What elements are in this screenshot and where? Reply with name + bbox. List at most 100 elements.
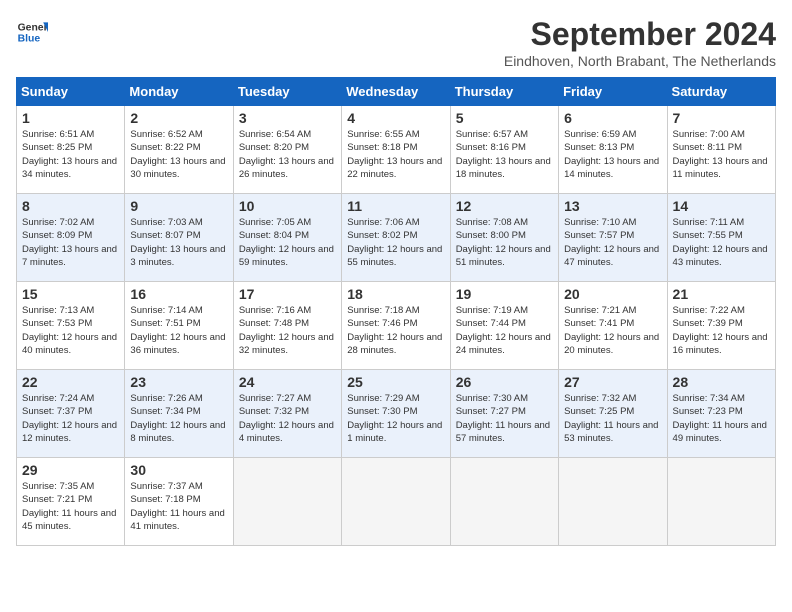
calendar-cell: 7 Sunrise: 7:00 AM Sunset: 8:11 PM Dayli… xyxy=(667,106,775,194)
day-info: Sunrise: 7:11 AM Sunset: 7:55 PM Dayligh… xyxy=(673,216,770,269)
day-info: Sunrise: 7:29 AM Sunset: 7:30 PM Dayligh… xyxy=(347,392,444,445)
day-info: Sunrise: 7:35 AM Sunset: 7:21 PM Dayligh… xyxy=(22,480,119,533)
day-info: Sunrise: 7:00 AM Sunset: 8:11 PM Dayligh… xyxy=(673,128,770,181)
day-number: 6 xyxy=(564,110,661,126)
title-area: September 2024 Eindhoven, North Brabant,… xyxy=(504,16,776,69)
calendar-cell: 28 Sunrise: 7:34 AM Sunset: 7:23 PM Dayl… xyxy=(667,370,775,458)
day-number: 15 xyxy=(22,286,119,302)
day-info: Sunrise: 7:32 AM Sunset: 7:25 PM Dayligh… xyxy=(564,392,661,445)
day-header-thursday: Thursday xyxy=(450,78,558,106)
calendar-cell: 8 Sunrise: 7:02 AM Sunset: 8:09 PM Dayli… xyxy=(17,194,125,282)
day-header-wednesday: Wednesday xyxy=(342,78,450,106)
day-info: Sunrise: 6:51 AM Sunset: 8:25 PM Dayligh… xyxy=(22,128,119,181)
day-header-tuesday: Tuesday xyxy=(233,78,341,106)
calendar-cell: 17 Sunrise: 7:16 AM Sunset: 7:48 PM Dayl… xyxy=(233,282,341,370)
day-number: 27 xyxy=(564,374,661,390)
day-info: Sunrise: 7:06 AM Sunset: 8:02 PM Dayligh… xyxy=(347,216,444,269)
day-info: Sunrise: 7:18 AM Sunset: 7:46 PM Dayligh… xyxy=(347,304,444,357)
month-title: September 2024 xyxy=(504,16,776,53)
day-number: 12 xyxy=(456,198,553,214)
day-number: 21 xyxy=(673,286,770,302)
day-info: Sunrise: 7:22 AM Sunset: 7:39 PM Dayligh… xyxy=(673,304,770,357)
day-info: Sunrise: 6:59 AM Sunset: 8:13 PM Dayligh… xyxy=(564,128,661,181)
calendar-cell xyxy=(342,458,450,546)
day-info: Sunrise: 7:10 AM Sunset: 7:57 PM Dayligh… xyxy=(564,216,661,269)
day-number: 22 xyxy=(22,374,119,390)
calendar-header: SundayMondayTuesdayWednesdayThursdayFrid… xyxy=(17,78,776,106)
day-number: 10 xyxy=(239,198,336,214)
day-info: Sunrise: 7:34 AM Sunset: 7:23 PM Dayligh… xyxy=(673,392,770,445)
calendar-cell: 29 Sunrise: 7:35 AM Sunset: 7:21 PM Dayl… xyxy=(17,458,125,546)
day-info: Sunrise: 7:30 AM Sunset: 7:27 PM Dayligh… xyxy=(456,392,553,445)
calendar-cell: 5 Sunrise: 6:57 AM Sunset: 8:16 PM Dayli… xyxy=(450,106,558,194)
calendar-cell: 21 Sunrise: 7:22 AM Sunset: 7:39 PM Dayl… xyxy=(667,282,775,370)
calendar-cell: 13 Sunrise: 7:10 AM Sunset: 7:57 PM Dayl… xyxy=(559,194,667,282)
calendar-cell: 27 Sunrise: 7:32 AM Sunset: 7:25 PM Dayl… xyxy=(559,370,667,458)
svg-text:Blue: Blue xyxy=(18,34,41,45)
day-info: Sunrise: 7:08 AM Sunset: 8:00 PM Dayligh… xyxy=(456,216,553,269)
calendar-cell: 6 Sunrise: 6:59 AM Sunset: 8:13 PM Dayli… xyxy=(559,106,667,194)
day-info: Sunrise: 7:37 AM Sunset: 7:18 PM Dayligh… xyxy=(130,480,227,533)
day-number: 16 xyxy=(130,286,227,302)
day-number: 28 xyxy=(673,374,770,390)
calendar-cell: 14 Sunrise: 7:11 AM Sunset: 7:55 PM Dayl… xyxy=(667,194,775,282)
calendar-cell xyxy=(450,458,558,546)
calendar-table: SundayMondayTuesdayWednesdayThursdayFrid… xyxy=(16,77,776,546)
day-header-monday: Monday xyxy=(125,78,233,106)
logo-icon: General Blue xyxy=(16,16,48,48)
calendar-cell: 22 Sunrise: 7:24 AM Sunset: 7:37 PM Dayl… xyxy=(17,370,125,458)
day-info: Sunrise: 7:13 AM Sunset: 7:53 PM Dayligh… xyxy=(22,304,119,357)
calendar-cell xyxy=(667,458,775,546)
day-header-sunday: Sunday xyxy=(17,78,125,106)
day-info: Sunrise: 6:55 AM Sunset: 8:18 PM Dayligh… xyxy=(347,128,444,181)
calendar-week-3: 15 Sunrise: 7:13 AM Sunset: 7:53 PM Dayl… xyxy=(17,282,776,370)
location: Eindhoven, North Brabant, The Netherland… xyxy=(504,53,776,69)
day-number: 4 xyxy=(347,110,444,126)
day-info: Sunrise: 6:54 AM Sunset: 8:20 PM Dayligh… xyxy=(239,128,336,181)
day-number: 26 xyxy=(456,374,553,390)
day-number: 7 xyxy=(673,110,770,126)
calendar-cell: 30 Sunrise: 7:37 AM Sunset: 7:18 PM Dayl… xyxy=(125,458,233,546)
day-number: 2 xyxy=(130,110,227,126)
day-number: 5 xyxy=(456,110,553,126)
calendar-cell: 9 Sunrise: 7:03 AM Sunset: 8:07 PM Dayli… xyxy=(125,194,233,282)
calendar-week-2: 8 Sunrise: 7:02 AM Sunset: 8:09 PM Dayli… xyxy=(17,194,776,282)
calendar-cell: 10 Sunrise: 7:05 AM Sunset: 8:04 PM Dayl… xyxy=(233,194,341,282)
calendar-cell: 23 Sunrise: 7:26 AM Sunset: 7:34 PM Dayl… xyxy=(125,370,233,458)
calendar-week-5: 29 Sunrise: 7:35 AM Sunset: 7:21 PM Dayl… xyxy=(17,458,776,546)
day-number: 24 xyxy=(239,374,336,390)
day-number: 30 xyxy=(130,462,227,478)
calendar-cell: 4 Sunrise: 6:55 AM Sunset: 8:18 PM Dayli… xyxy=(342,106,450,194)
day-number: 8 xyxy=(22,198,119,214)
day-number: 17 xyxy=(239,286,336,302)
day-info: Sunrise: 7:02 AM Sunset: 8:09 PM Dayligh… xyxy=(22,216,119,269)
day-info: Sunrise: 6:57 AM Sunset: 8:16 PM Dayligh… xyxy=(456,128,553,181)
day-number: 19 xyxy=(456,286,553,302)
day-number: 3 xyxy=(239,110,336,126)
calendar-cell: 3 Sunrise: 6:54 AM Sunset: 8:20 PM Dayli… xyxy=(233,106,341,194)
day-number: 29 xyxy=(22,462,119,478)
calendar-cell: 25 Sunrise: 7:29 AM Sunset: 7:30 PM Dayl… xyxy=(342,370,450,458)
calendar-cell: 11 Sunrise: 7:06 AM Sunset: 8:02 PM Dayl… xyxy=(342,194,450,282)
calendar-cell xyxy=(559,458,667,546)
calendar-cell: 20 Sunrise: 7:21 AM Sunset: 7:41 PM Dayl… xyxy=(559,282,667,370)
day-info: Sunrise: 7:21 AM Sunset: 7:41 PM Dayligh… xyxy=(564,304,661,357)
calendar-cell: 26 Sunrise: 7:30 AM Sunset: 7:27 PM Dayl… xyxy=(450,370,558,458)
day-number: 23 xyxy=(130,374,227,390)
day-info: Sunrise: 7:26 AM Sunset: 7:34 PM Dayligh… xyxy=(130,392,227,445)
calendar-cell: 2 Sunrise: 6:52 AM Sunset: 8:22 PM Dayli… xyxy=(125,106,233,194)
day-info: Sunrise: 7:05 AM Sunset: 8:04 PM Dayligh… xyxy=(239,216,336,269)
day-number: 18 xyxy=(347,286,444,302)
day-info: Sunrise: 7:24 AM Sunset: 7:37 PM Dayligh… xyxy=(22,392,119,445)
day-number: 20 xyxy=(564,286,661,302)
day-info: Sunrise: 7:19 AM Sunset: 7:44 PM Dayligh… xyxy=(456,304,553,357)
logo: General Blue xyxy=(16,16,48,48)
day-info: Sunrise: 7:03 AM Sunset: 8:07 PM Dayligh… xyxy=(130,216,227,269)
calendar-cell: 1 Sunrise: 6:51 AM Sunset: 8:25 PM Dayli… xyxy=(17,106,125,194)
day-info: Sunrise: 7:16 AM Sunset: 7:48 PM Dayligh… xyxy=(239,304,336,357)
day-info: Sunrise: 6:52 AM Sunset: 8:22 PM Dayligh… xyxy=(130,128,227,181)
svg-text:General: General xyxy=(18,22,48,33)
header: General Blue September 2024 Eindhoven, N… xyxy=(16,16,776,69)
day-info: Sunrise: 7:27 AM Sunset: 7:32 PM Dayligh… xyxy=(239,392,336,445)
day-number: 13 xyxy=(564,198,661,214)
